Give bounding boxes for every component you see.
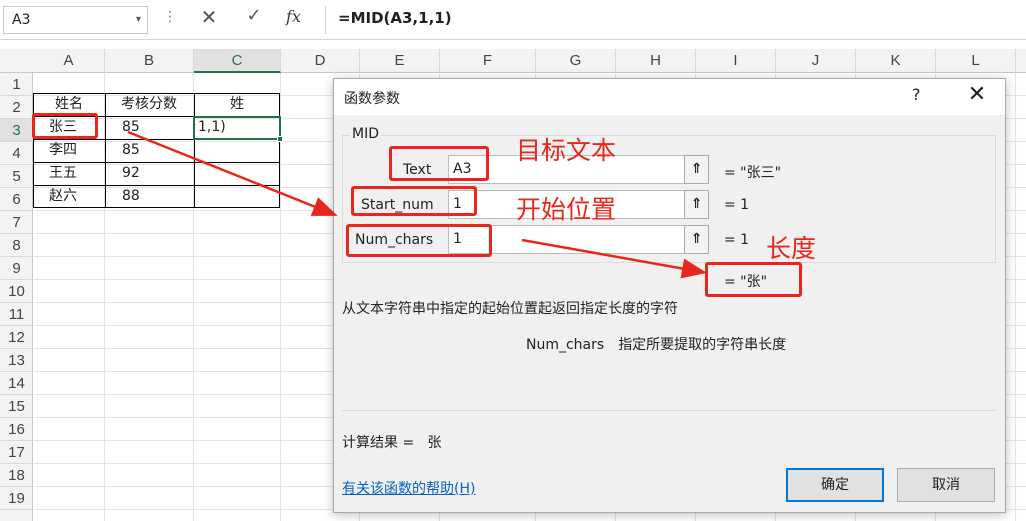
formula-bar-divider [325,6,326,34]
row-header-6[interactable]: 6 [0,188,33,211]
argument-description-text: 指定所要提取的字符串长度 [618,337,787,353]
row-header-17[interactable]: 17 [0,441,33,464]
cell-b4[interactable]: 85 [118,139,192,162]
row-header-16[interactable]: 16 [0,418,33,441]
cell-b3[interactable]: 85 [118,116,192,139]
cell-a4[interactable]: 李四 [45,139,103,162]
column-header-b[interactable]: B [105,49,194,73]
calculation-result-label: 计算结果 = [342,435,415,451]
row-header-19[interactable]: 19 [0,487,33,510]
close-icon[interactable]: ✕ [966,82,988,107]
insert-function-icon[interactable]: fx [286,7,301,26]
dialog-divider [342,410,996,411]
collapse-ref-button-num-chars[interactable]: ⇑ [684,225,709,254]
column-header-j[interactable]: J [776,49,856,73]
row-header-8[interactable]: 8 [0,234,33,257]
collapse-dialog-icon: ⇑ [690,231,703,247]
annotation-box-num-chars [346,224,492,257]
dialog-titlebar[interactable]: 函数参数 ? ✕ [334,79,1005,115]
more-options-icon[interactable]: ⋮ [163,9,177,25]
row-header-12[interactable]: 12 [0,326,33,349]
fill-handle[interactable] [277,136,283,142]
column-header-d[interactable]: D [281,49,360,73]
cell-b6[interactable]: 88 [118,185,192,208]
row-header-2[interactable]: 2 [0,96,33,119]
row-header-9[interactable]: 9 [0,257,33,280]
row-header-10[interactable]: 10 [0,280,33,303]
row-header-bar: 1 2 3 4 5 6 7 8 9 10 11 12 13 14 15 16 1… [0,73,33,521]
row-header-13[interactable]: 13 [0,349,33,372]
annotation-label-length: 长度 [766,234,817,263]
enter-icon[interactable]: ✓ [242,5,266,33]
column-header-e[interactable]: E [360,49,440,73]
calculation-result: 计算结果 = 张 [342,432,442,452]
column-header-l[interactable]: L [936,49,1016,73]
name-box[interactable]: A3 ▾ [3,6,148,34]
header-cell-score[interactable]: 考核分数 [105,93,193,116]
formula-input[interactable]: =MID(A3,1,1) [338,9,452,27]
cell-a6[interactable]: 赵六 [45,185,103,208]
ok-button[interactable]: 确定 [786,468,884,502]
collapse-ref-button-start-num[interactable]: ⇑ [684,190,709,219]
help-icon[interactable]: ? [912,85,921,104]
row-header-11[interactable]: 11 [0,303,33,326]
chevron-down-icon[interactable]: ▾ [136,14,141,25]
column-header-g[interactable]: G [536,49,616,73]
column-header-i[interactable]: I [696,49,776,73]
row-header-18[interactable]: 18 [0,464,33,487]
arg-result-num-chars: = 1 [724,232,750,248]
argument-description-name: Num_chars [526,337,605,353]
column-header-c[interactable]: C [194,49,281,73]
cell-b5[interactable]: 92 [118,162,192,185]
row-header-7[interactable]: 7 [0,211,33,234]
function-name-label: MID [350,126,381,142]
collapse-ref-button-text[interactable]: ⇑ [684,155,709,184]
dialog-title: 函数参数 [344,91,400,107]
annotation-box-a3 [32,113,98,139]
argument-description: Num_chars 指定所要提取的字符串长度 [526,334,786,354]
column-header-k[interactable]: K [856,49,936,73]
row-header-14[interactable]: 14 [0,372,33,395]
annotation-box-result [705,262,802,297]
cell-a5[interactable]: 王五 [45,162,103,185]
row-header-4[interactable]: 4 [0,142,33,165]
active-cell-selection[interactable] [193,116,283,142]
row-header-5[interactable]: 5 [0,165,33,188]
formula-bar: A3 ▾ ⋮ ✕ ✓ fx =MID(A3,1,1) [0,0,1026,40]
function-description: 从文本字符串中指定的起始位置起返回指定长度的字符 [342,301,678,317]
annotation-label-start: 开始位置 [516,195,617,224]
row-header-15[interactable]: 15 [0,395,33,418]
annotation-box-text [389,146,489,181]
annotation-box-start-num [351,186,477,216]
function-help-link[interactable]: 有关该函数的帮助(H) [342,478,475,498]
collapse-dialog-icon: ⇑ [690,196,703,212]
column-header-f[interactable]: F [440,49,536,73]
row-header-3[interactable]: 3 [0,119,33,142]
name-box-value: A3 [12,12,31,28]
gridline [1015,73,1016,521]
arg-result-start-num: = 1 [724,197,750,213]
cancel-icon[interactable]: ✕ [198,5,220,33]
column-header-bar: A B C D E F G H I J K L [0,49,1026,73]
annotation-label-text: 目标文本 [516,136,617,165]
collapse-dialog-icon: ⇑ [690,161,703,177]
column-header-h[interactable]: H [616,49,696,73]
arg-result-text: = "张三" [724,165,782,181]
header-cell-surname[interactable]: 姓 [194,93,280,116]
column-header-a[interactable]: A [33,49,105,73]
cancel-button[interactable]: 取消 [897,468,995,502]
calculation-result-value: 张 [427,435,442,451]
row-header-1[interactable]: 1 [0,73,33,96]
function-arguments-dialog: 函数参数 ? ✕ MID Text A3 ⇑ = "张三" Start_num … [333,78,1006,513]
